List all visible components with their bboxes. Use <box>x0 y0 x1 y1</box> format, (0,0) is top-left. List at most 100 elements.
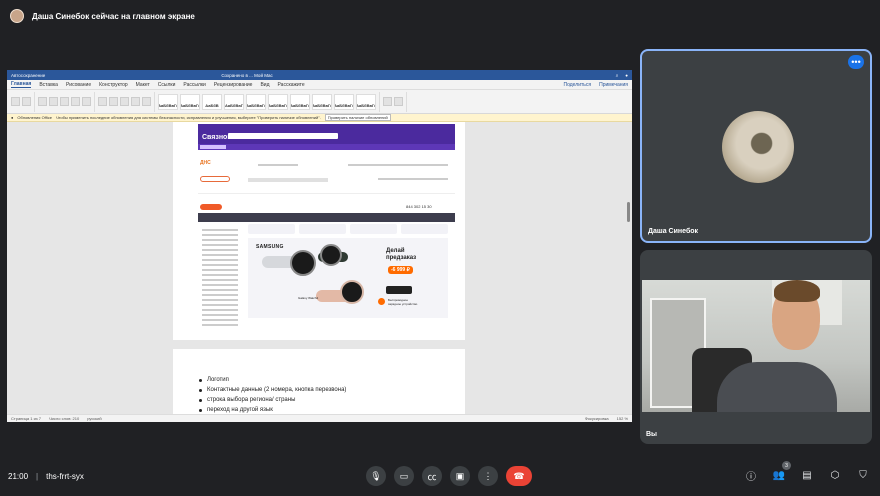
clipboard-group <box>11 91 35 112</box>
info-icon[interactable]: ⓘ <box>744 468 758 483</box>
notify-label: Обновления Office <box>17 115 52 120</box>
comments-button[interactable]: Примечания <box>599 82 628 88</box>
tab-layout[interactable]: Макет <box>136 82 150 88</box>
more-options-icon[interactable]: ⋮ <box>478 466 498 486</box>
leave-call-icon[interactable]: ☎ <box>506 466 532 486</box>
styles-pane-icon[interactable] <box>383 97 392 106</box>
style-tile[interactable]: АаБбВвГг <box>180 93 200 110</box>
ribbon-toolbar: АаБбВвГг АаБбВвГг АаБбВ АаБбВвГ АаБбВвГг… <box>7 90 632 114</box>
banner-gift: Беспроводное зарядное устройство <box>388 298 418 306</box>
style-tile[interactable]: АаБбВвГг <box>312 93 332 110</box>
dictate-icon[interactable] <box>394 97 403 106</box>
chat-icon[interactable]: ▤ <box>800 468 814 482</box>
side-controls: ⓘ 👥 3 ▤ ⬡ ⛉ <box>744 461 870 483</box>
promo-banner: SAMSUNG Galaxy Watch4 Делай предзаказ -6… <box>248 238 448 318</box>
focus-button[interactable]: Фокусировка <box>585 416 609 421</box>
banner-price: -6 999 ₽ <box>388 266 413 274</box>
status-language[interactable]: русский <box>87 416 101 421</box>
site-icons-line <box>378 178 448 180</box>
paste-icon[interactable] <box>11 97 20 106</box>
document-canvas[interactable]: Связной ДНС 844 302 15 30 SAMSUNG Galaxy… <box>7 122 632 419</box>
cut-icon[interactable] <box>22 97 31 106</box>
align-center-icon[interactable] <box>131 97 140 106</box>
font-group <box>38 91 95 112</box>
bullets-icon[interactable] <box>98 97 107 106</box>
tab-references[interactable]: Ссылки <box>158 82 176 88</box>
tab-home[interactable]: Главная <box>11 81 32 88</box>
numbering-icon[interactable] <box>109 97 118 106</box>
paragraph-group <box>98 91 155 112</box>
meeting-time: 21:00 <box>8 472 29 481</box>
host-controls-icon[interactable]: ⛉ <box>856 468 870 482</box>
tab-draw[interactable]: Рисование <box>66 82 91 88</box>
present-icon[interactable]: ▣ <box>450 466 470 486</box>
people-icon[interactable]: 👥 3 <box>772 461 791 482</box>
vertical-scrollbar[interactable] <box>627 202 630 222</box>
site-category-chips <box>248 224 448 234</box>
site-contact-line <box>258 164 298 166</box>
align-left-icon[interactable] <box>120 97 129 106</box>
highlight-icon[interactable] <box>82 97 91 106</box>
tab-view[interactable]: Вид <box>260 82 269 88</box>
style-tile[interactable]: АаБбВвГг <box>268 93 288 110</box>
italic-icon[interactable] <box>49 97 58 106</box>
style-tile[interactable]: АаБбВвГг <box>356 93 376 110</box>
status-page: Страница 1 из 7 <box>11 416 41 421</box>
notify-text: Чтобы применить последние обновления для… <box>55 115 321 120</box>
share-button[interactable]: Поделиться <box>564 82 592 88</box>
site-screenshot-3: 844 302 15 30 SAMSUNG Galaxy Watch4 Дела… <box>198 202 455 332</box>
presenter-avatar <box>10 9 24 23</box>
style-tile[interactable]: АаБбВвГг <box>290 93 310 110</box>
tell-me-search[interactable]: Расскажите <box>278 82 305 88</box>
tab-design[interactable]: Конструктор <box>99 82 128 88</box>
site-brand-badge <box>200 204 222 210</box>
document-title: Сохранено в ... Мой Mac <box>221 72 273 78</box>
participant-name: Вы <box>646 431 658 438</box>
autosave-label: Автосохранение <box>11 72 46 78</box>
charger-image <box>386 286 412 294</box>
pilcrow-icon[interactable] <box>142 97 151 106</box>
bold-icon[interactable] <box>38 97 47 106</box>
tab-insert[interactable]: Вставка <box>39 82 58 88</box>
tab-review[interactable]: Рецензирование <box>214 82 253 88</box>
separator: | <box>36 472 39 481</box>
style-tile[interactable]: АаБбВвГг <box>334 93 354 110</box>
info-icon: ● <box>11 115 14 120</box>
tab-mailings[interactable]: Рассылки <box>183 82 205 88</box>
camera-icon[interactable]: ▭ <box>394 466 414 486</box>
call-controls: 🎙 ▭ ㏄ ▣ ⋮ ☎ <box>366 466 532 486</box>
style-tile[interactable]: АаБбВвГ <box>224 93 244 110</box>
style-tile[interactable]: АаБбВвГг <box>246 93 266 110</box>
document-page: Связной ДНС 844 302 15 30 SAMSUNG Galaxy… <box>173 122 465 340</box>
check-updates-button[interactable]: Проверить наличие обновлений <box>324 114 391 121</box>
person-hair <box>774 280 820 302</box>
zoom-level[interactable]: 152 % <box>617 416 628 421</box>
ribbon-tabs: Главная Вставка Рисование Конструктор Ма… <box>7 80 632 90</box>
site-nav-strip <box>198 144 455 150</box>
activities-icon[interactable]: ⬡ <box>828 468 842 482</box>
site-logo-2: ДНС <box>200 160 211 166</box>
list-item: Логотип <box>199 375 346 385</box>
participant-tile-presenter[interactable]: ••• Даша Синебок <box>640 49 872 243</box>
person-body <box>717 362 837 412</box>
banner-model: Galaxy Watch4 <box>298 296 319 300</box>
participant-avatar <box>722 111 794 183</box>
list-item: Контактные данные (2 номера, кнопка пере… <box>199 385 346 395</box>
word-title-bar: Автосохранение Сохранено в ... Мой Mac ⌕… <box>7 70 632 80</box>
site-category-list <box>202 226 246 326</box>
participant-tile-self[interactable]: Вы <box>640 250 872 444</box>
watch-image <box>290 250 316 276</box>
font-color-icon[interactable] <box>71 97 80 106</box>
more-options-icon[interactable]: ••• <box>848 55 864 69</box>
style-tile[interactable]: АаБбВвГг <box>158 93 178 110</box>
microphone-icon[interactable]: 🎙 <box>366 466 386 486</box>
style-tile[interactable]: АаБбВ <box>202 93 222 110</box>
captions-icon[interactable]: ㏄ <box>422 466 442 486</box>
underline-icon[interactable] <box>60 97 69 106</box>
participants-badge: 3 <box>782 461 791 470</box>
window-controls: ⌕ ● <box>615 72 628 78</box>
word-status-bar: Страница 1 из 7 Число слов: 210 русский … <box>7 414 632 422</box>
banner-brand: SAMSUNG <box>256 244 284 250</box>
shared-screen[interactable]: Автосохранение Сохранено в ... Мой Mac ⌕… <box>7 70 632 422</box>
meeting-info: 21:00 | ths-frrt-syx <box>8 472 84 481</box>
